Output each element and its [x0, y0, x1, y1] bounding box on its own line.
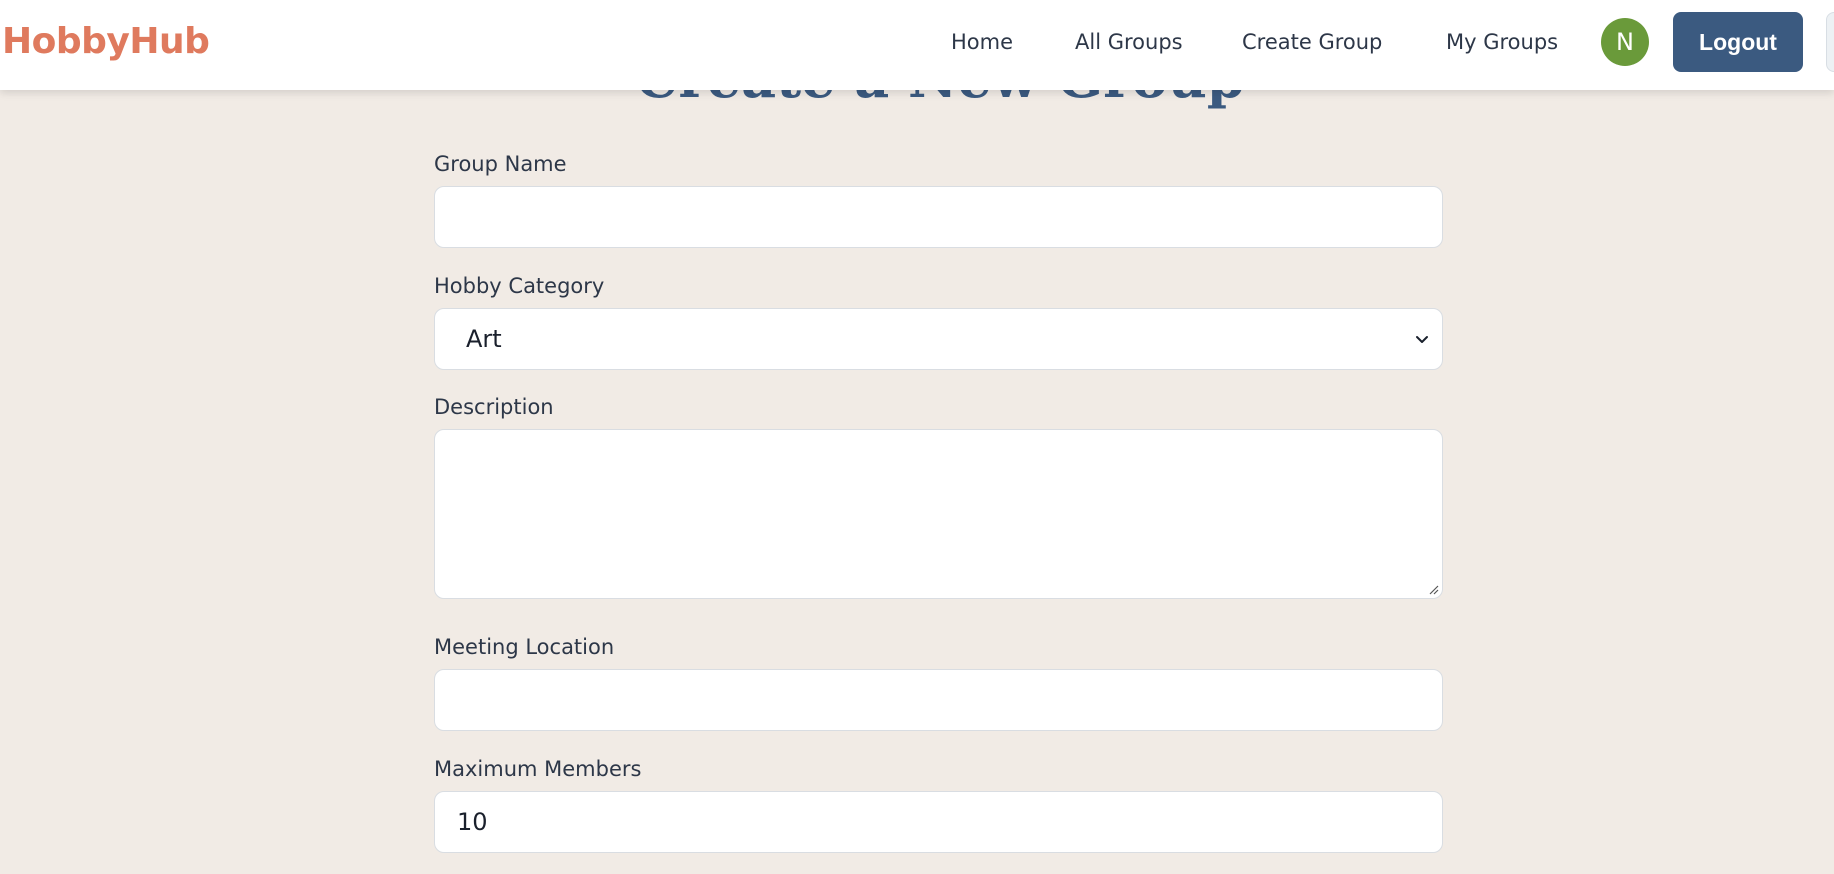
nav-link-my-groups[interactable]: My Groups — [1446, 28, 1558, 56]
overflow-button[interactable] — [1826, 12, 1834, 72]
chevron-down-icon — [1416, 336, 1428, 343]
hobby-category-selected: Art — [466, 325, 502, 353]
group-name-input[interactable] — [434, 186, 1443, 248]
meeting-location-label: Meeting Location — [434, 635, 615, 659]
meeting-location-input[interactable] — [434, 669, 1443, 731]
nav-link-home[interactable]: Home — [951, 28, 1013, 56]
nav-link-all-groups[interactable]: All Groups — [1075, 28, 1183, 56]
top-navbar: HobbyHub Home All Groups Create Group My… — [0, 0, 1834, 90]
nav-link-create-group[interactable]: Create Group — [1242, 28, 1382, 56]
page: Create a New Group HobbyHub Home All Gro… — [0, 0, 1834, 874]
description-textarea[interactable] — [434, 429, 1443, 599]
brand-logo[interactable]: HobbyHub — [2, 20, 210, 64]
user-avatar[interactable]: N — [1601, 18, 1649, 66]
description-label: Description — [434, 395, 554, 419]
group-name-label: Group Name — [434, 152, 567, 176]
logout-button[interactable]: Logout — [1673, 12, 1803, 72]
hobby-category-label: Hobby Category — [434, 274, 605, 298]
resize-handle-icon[interactable] — [1427, 583, 1439, 595]
max-members-input[interactable]: 10 — [434, 791, 1443, 853]
hobby-category-select[interactable]: Art — [434, 308, 1443, 370]
max-members-label: Maximum Members — [434, 757, 642, 781]
